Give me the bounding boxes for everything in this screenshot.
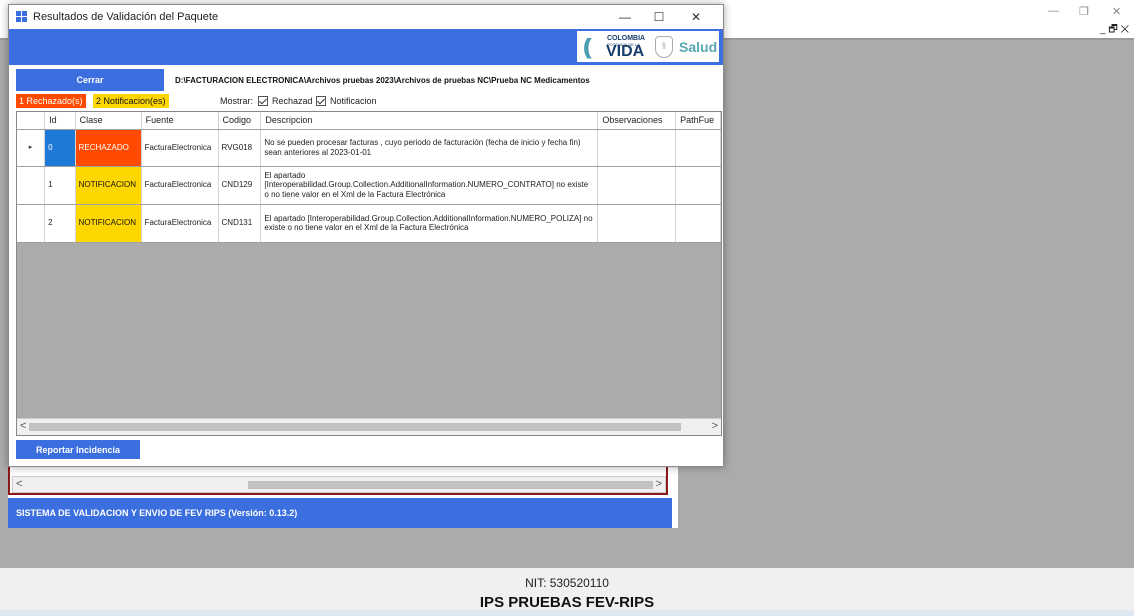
- dialog-titlebar[interactable]: Resultados de Validación del Paquete — ☐…: [9, 5, 723, 29]
- cell-fuente[interactable]: FacturaElectronica: [141, 129, 219, 167]
- row-selector-arrow-icon[interactable]: ▸: [17, 129, 46, 167]
- cell-id[interactable]: 2: [44, 204, 76, 243]
- show-filter-label: Mostrar:: [220, 96, 254, 106]
- cell-pathfuente[interactable]: [675, 129, 721, 167]
- table-row[interactable]: ▸ 0 RECHAZADO FacturaElectronica RVG018 …: [17, 129, 721, 167]
- table-header-row: Id Clase Fuente Codigo Descripcion Obser…: [17, 112, 721, 130]
- close-window-button[interactable]: ✕: [679, 5, 713, 29]
- bg-minimize-button[interactable]: —: [1048, 5, 1059, 17]
- cell-clase[interactable]: NOTIFICACION: [75, 166, 142, 205]
- rejected-filter-checkbox[interactable]: [258, 96, 268, 106]
- cell-pathfuente[interactable]: [675, 204, 721, 243]
- bg-restore-button[interactable]: ❐: [1079, 5, 1089, 18]
- bg-inner-window-controls[interactable]: _ 🗗 ✕: [1100, 22, 1129, 39]
- row-selector[interactable]: [17, 166, 46, 205]
- cell-fuente[interactable]: FacturaElectronica: [141, 166, 219, 205]
- dialog-title: Resultados de Validación del Paquete: [33, 11, 219, 23]
- cell-codigo[interactable]: CND129: [218, 166, 262, 205]
- logo-vida-text: VIDA: [606, 43, 645, 60]
- minimize-button[interactable]: —: [608, 5, 642, 29]
- logo-salud-text: Salud: [679, 39, 718, 55]
- cell-clase[interactable]: RECHAZADO: [75, 129, 142, 167]
- cell-observaciones[interactable]: [597, 204, 677, 243]
- cell-codigo[interactable]: RVG018: [218, 129, 262, 167]
- rejected-count-badge: 1 Rechazado(s): [16, 94, 86, 108]
- column-header-id[interactable]: Id: [44, 112, 76, 130]
- cell-descripcion[interactable]: El apartado [Interoperabilidad.Group.Col…: [260, 166, 599, 205]
- cell-codigo[interactable]: CND131: [218, 204, 262, 243]
- cell-clase[interactable]: NOTIFICACION: [75, 204, 142, 243]
- column-header-pathfuente[interactable]: PathFue: [675, 112, 721, 130]
- maximize-button[interactable]: ☐: [642, 5, 676, 29]
- column-header-fuente[interactable]: Fuente: [141, 112, 219, 130]
- cell-observaciones[interactable]: [597, 129, 677, 167]
- nit-label: NIT: 530520110: [525, 576, 609, 590]
- results-table: Id Clase Fuente Codigo Descripcion Obser…: [17, 112, 721, 243]
- notification-count-badge: 2 Notificacion(es): [93, 94, 169, 108]
- taskbar: [0, 610, 1134, 616]
- notification-filter-checkbox[interactable]: [316, 96, 326, 106]
- cell-id[interactable]: 1: [44, 166, 76, 205]
- bg-close-button[interactable]: ✕: [1112, 5, 1121, 18]
- scroll-left-arrow-icon[interactable]: <: [16, 478, 22, 490]
- package-path: D:\FACTURACION ELECTRONICA\Archivos prue…: [175, 76, 590, 85]
- grid-horizontal-scrollbar[interactable]: < >: [17, 418, 721, 435]
- table-row[interactable]: 1 NOTIFICACION FacturaElectronica CND129…: [17, 166, 721, 205]
- close-button[interactable]: Cerrar: [16, 69, 164, 91]
- rejected-filter-label[interactable]: Rechazad: [272, 96, 313, 106]
- shield-icon: ⚕: [655, 36, 673, 58]
- ips-name-label: IPS PRUEBAS FEV-RIPS: [479, 594, 655, 611]
- column-header-descripcion[interactable]: Descripcion: [260, 112, 599, 130]
- column-header-rowselector[interactable]: [17, 112, 46, 130]
- cell-pathfuente[interactable]: [675, 166, 721, 205]
- header-banner: (( COLOMBIA POTENCIA DE LA VIDA ⚕ Salud: [9, 29, 723, 65]
- table-row[interactable]: 2 NOTIFICACION FacturaElectronica CND131…: [17, 204, 721, 243]
- cell-descripcion[interactable]: El apartado [Interoperabilidad.Group.Col…: [260, 204, 599, 243]
- cell-descripcion[interactable]: No se pueden procesar facturas , cuyo pe…: [260, 129, 599, 167]
- logo-colombia-text: COLOMBIA: [607, 35, 646, 42]
- scrollbar-thumb[interactable]: [248, 481, 653, 489]
- validation-results-dialog: Resultados de Validación del Paquete — ☐…: [8, 4, 724, 467]
- scroll-right-arrow-icon[interactable]: >: [712, 420, 718, 432]
- background-horizontal-scrollbar[interactable]: < >: [12, 476, 666, 493]
- row-selector[interactable]: [17, 204, 46, 243]
- column-header-observaciones[interactable]: Observaciones: [597, 112, 677, 130]
- cell-fuente[interactable]: FacturaElectronica: [141, 204, 219, 243]
- notification-filter-label[interactable]: Notificacion: [330, 96, 377, 106]
- colombia-salud-logo: (( COLOMBIA POTENCIA DE LA VIDA ⚕ Salud: [575, 29, 721, 64]
- scroll-left-arrow-icon[interactable]: <: [20, 420, 26, 432]
- app-status-bar: SISTEMA DE VALIDACION Y ENVIO DE FEV RIP…: [8, 498, 672, 528]
- scrollbar-thumb[interactable]: [29, 423, 681, 431]
- logo-arc-icon: ((: [583, 34, 591, 59]
- cell-id[interactable]: 0: [44, 129, 76, 167]
- cell-observaciones[interactable]: [597, 166, 677, 205]
- app-icon: [16, 11, 28, 22]
- report-incident-button[interactable]: Reportar Incidencia: [16, 440, 140, 459]
- scroll-right-arrow-icon[interactable]: >: [656, 478, 662, 490]
- results-grid[interactable]: Id Clase Fuente Codigo Descripcion Obser…: [16, 111, 722, 436]
- column-header-codigo[interactable]: Codigo: [218, 112, 262, 130]
- column-header-clase[interactable]: Clase: [75, 112, 142, 130]
